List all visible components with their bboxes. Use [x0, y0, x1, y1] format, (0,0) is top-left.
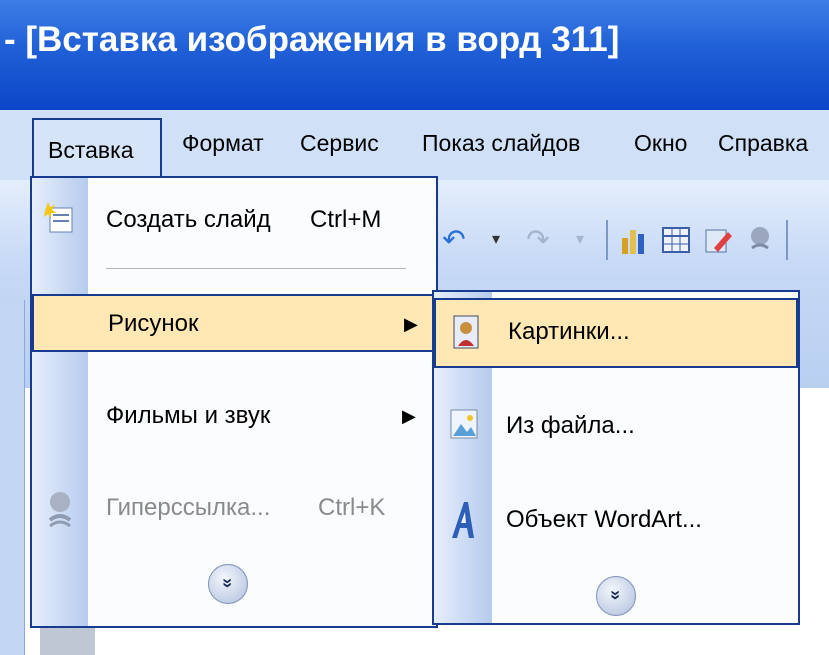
chevron-down-icon: »	[217, 577, 238, 589]
undo-dropdown-icon[interactable]: ▾	[480, 224, 512, 256]
expand-submenu-button[interactable]: »	[596, 576, 636, 616]
chart-icon[interactable]	[618, 224, 650, 256]
new-slide-label: Создать слайд	[106, 206, 271, 233]
new-slide-icon	[40, 200, 80, 244]
wordart-icon	[444, 498, 484, 542]
wordart-label: Объект WordArt...	[506, 506, 702, 533]
new-slide-shortcut: Ctrl+M	[310, 206, 382, 233]
picture-label: Рисунок	[108, 310, 199, 337]
expand-menu-button[interactable]: »	[208, 564, 248, 604]
toolbar-icons: ↶ ▾ ↷ ▾	[438, 215, 788, 265]
redo-dropdown-icon[interactable]: ▾	[564, 224, 596, 256]
menu-help[interactable]: Справка	[718, 130, 808, 157]
redo-icon[interactable]: ↷	[522, 224, 554, 256]
picture-submenu: Картинки... Из файла... Объект WordArt..…	[432, 290, 800, 625]
submenu-arrow-icon: ▶	[404, 314, 418, 334]
window-title: - [Вставка изображения в ворд 311]	[4, 20, 620, 59]
table-icon[interactable]	[660, 224, 692, 256]
menu-item-picture[interactable]: Рисунок ▶	[32, 294, 436, 352]
clipart-label: Картинки...	[508, 318, 630, 345]
submenu-item-clipart[interactable]: Картинки...	[434, 298, 798, 368]
menu-insert-label: Вставка	[48, 137, 134, 163]
image-file-icon	[444, 404, 484, 448]
menu-item-hyperlink[interactable]: Гиперссылка... Ctrl+K	[32, 478, 436, 536]
menu-separator	[106, 268, 406, 269]
undo-icon[interactable]: ↶	[438, 224, 470, 256]
from-file-label: Из файла...	[506, 412, 635, 439]
menu-slideshow[interactable]: Показ слайдов	[422, 130, 580, 157]
slides-pane-edge	[0, 300, 25, 655]
submenu-item-wordart[interactable]: Объект WordArt...	[434, 488, 798, 558]
menu-format[interactable]: Формат	[182, 130, 264, 157]
edit-icon[interactable]	[702, 224, 734, 256]
clipart-icon	[446, 312, 486, 356]
menu-tools[interactable]: Сервис	[300, 130, 379, 157]
menu-item-movies-sound[interactable]: Фильмы и звук ▶	[32, 388, 436, 446]
hyperlink-icon	[40, 490, 80, 534]
toolbar-separator	[606, 220, 608, 260]
chevron-down-icon: »	[605, 589, 626, 601]
toolbar-separator	[786, 220, 788, 260]
menu-item-new-slide[interactable]: Создать слайд Ctrl+M	[32, 196, 436, 254]
menu-insert[interactable]: Вставка	[32, 118, 162, 178]
hyperlink-label: Гиперссылка...	[106, 494, 271, 521]
hyperlink-shortcut: Ctrl+K	[318, 494, 386, 521]
hyperlink-icon[interactable]	[744, 224, 776, 256]
submenu-arrow-icon: ▶	[402, 406, 416, 426]
submenu-item-from-file[interactable]: Из файла...	[434, 394, 798, 464]
insert-menu: Создать слайд Ctrl+M Рисунок ▶ Фильмы и …	[30, 176, 438, 628]
menu-window[interactable]: Окно	[634, 130, 687, 157]
title-bar: - [Вставка изображения в ворд 311]	[0, 0, 829, 110]
movies-sound-label: Фильмы и звук	[106, 402, 271, 429]
